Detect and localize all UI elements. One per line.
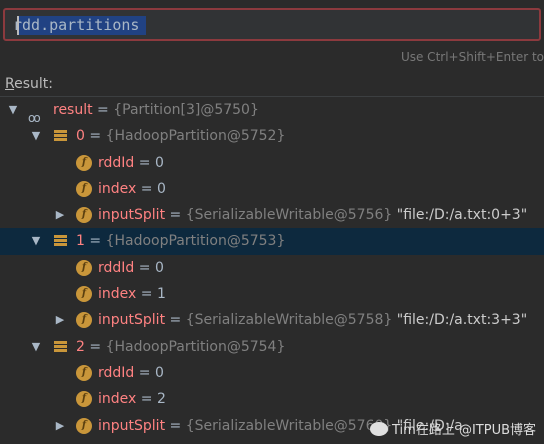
tree-node-inputsplit[interactable]: ▶ f inputSplit = {SerializableWritable@5… xyxy=(0,202,544,228)
field-icon: f xyxy=(76,286,92,303)
expand-down-arrow-icon[interactable]: ▼ xyxy=(29,334,43,360)
node-name: result xyxy=(53,102,93,118)
field-icon: f xyxy=(76,154,92,171)
result-label: Result: xyxy=(5,76,53,92)
field-icon: f xyxy=(76,207,92,224)
tree-node-result[interactable]: ▼ oo result = {Partition[3]@5750} xyxy=(0,97,544,125)
expand-right-arrow-icon[interactable]: ▶ xyxy=(53,413,67,439)
field-icon: f xyxy=(76,259,92,276)
array-element-icon xyxy=(54,130,67,142)
field-icon: f xyxy=(76,180,92,197)
expand-right-arrow-icon[interactable]: ▶ xyxy=(53,307,67,333)
expression-input[interactable] xyxy=(13,14,533,35)
tree-node-index[interactable]: f index = 2 xyxy=(0,386,544,412)
watch-glasses-icon: oo xyxy=(28,111,41,125)
tree-node-index[interactable]: f index = 0 xyxy=(0,176,544,202)
tree-node-partition-2[interactable]: ▼ 2 = {HadoopPartition@5754} xyxy=(0,334,544,360)
expression-editor[interactable] xyxy=(3,8,541,41)
expand-down-arrow-icon[interactable]: ▼ xyxy=(29,123,43,149)
array-element-icon xyxy=(54,340,67,353)
field-icon: f xyxy=(76,312,92,329)
tree-node-partition-1[interactable]: ▼ 1 = {HadoopPartition@5753} xyxy=(0,228,544,255)
tree-node-rddid[interactable]: f rddId = 0 xyxy=(0,255,544,281)
watermark: Tim在路上 @ITPUB博客 xyxy=(370,419,536,438)
tree-node-rddid[interactable]: f rddId = 0 xyxy=(0,150,544,176)
tree-node-partition-0[interactable]: ▼ 0 = {HadoopPartition@5752} xyxy=(0,123,544,149)
tree-node-rddid[interactable]: f rddId = 0 xyxy=(0,360,544,386)
tree-node-inputsplit[interactable]: ▶ f inputSplit = {SerializableWritable@5… xyxy=(0,307,544,333)
field-icon: f xyxy=(76,364,92,381)
wechat-icon xyxy=(370,422,388,436)
node-ref: {Partition[3]@5750} xyxy=(113,102,259,118)
field-icon: f xyxy=(76,391,92,408)
expand-right-arrow-icon[interactable]: ▶ xyxy=(53,202,67,228)
field-icon: f xyxy=(76,417,92,434)
expand-down-arrow-icon[interactable]: ▼ xyxy=(29,228,43,254)
array-element-icon xyxy=(54,235,67,247)
tree-node-index[interactable]: f index = 1 xyxy=(0,281,544,307)
text-caret xyxy=(17,16,19,35)
variables-tree[interactable]: ▼ oo result = {Partition[3]@5750} ▼ 0 = … xyxy=(0,97,544,439)
keyboard-hint: Use Ctrl+Shift+Enter to xyxy=(400,50,544,64)
expand-down-arrow-icon[interactable]: ▼ xyxy=(6,97,20,123)
